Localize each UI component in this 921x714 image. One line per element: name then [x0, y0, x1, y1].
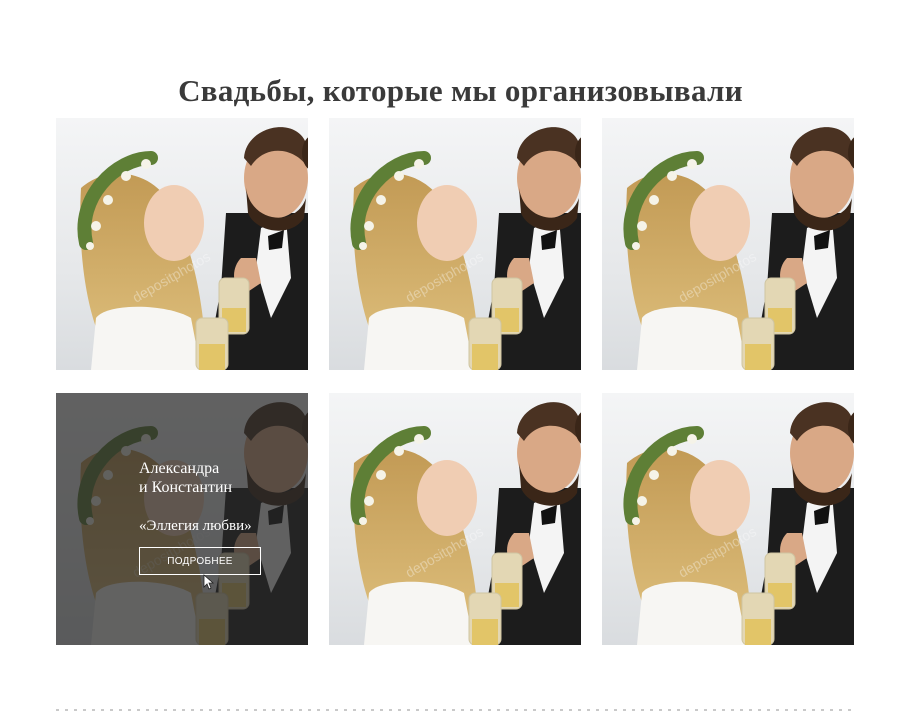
- gallery-item-1[interactable]: [56, 118, 308, 370]
- wedding-gallery: Александра и Константин «Эллегия любви» …: [0, 0, 921, 714]
- mouse-pointer-icon: [203, 574, 215, 590]
- wedding-photo: [56, 118, 308, 370]
- gallery-item-6[interactable]: [602, 393, 854, 645]
- wedding-photo: [602, 393, 854, 645]
- details-button[interactable]: ПОДРОБНЕЕ: [139, 547, 261, 575]
- wedding-photo: [329, 393, 581, 645]
- gallery-item-4[interactable]: Александра и Константин «Эллегия любви» …: [56, 393, 308, 645]
- couple-names: Александра и Константин: [139, 460, 233, 496]
- wedding-photo: [602, 118, 854, 370]
- gallery-item-2[interactable]: [329, 118, 581, 370]
- wedding-photo: [329, 118, 581, 370]
- gallery-item-5[interactable]: [329, 393, 581, 645]
- gallery-item-3[interactable]: [602, 118, 854, 370]
- footer-text-strip: [56, 709, 856, 711]
- event-title: «Эллегия любви»: [139, 518, 252, 534]
